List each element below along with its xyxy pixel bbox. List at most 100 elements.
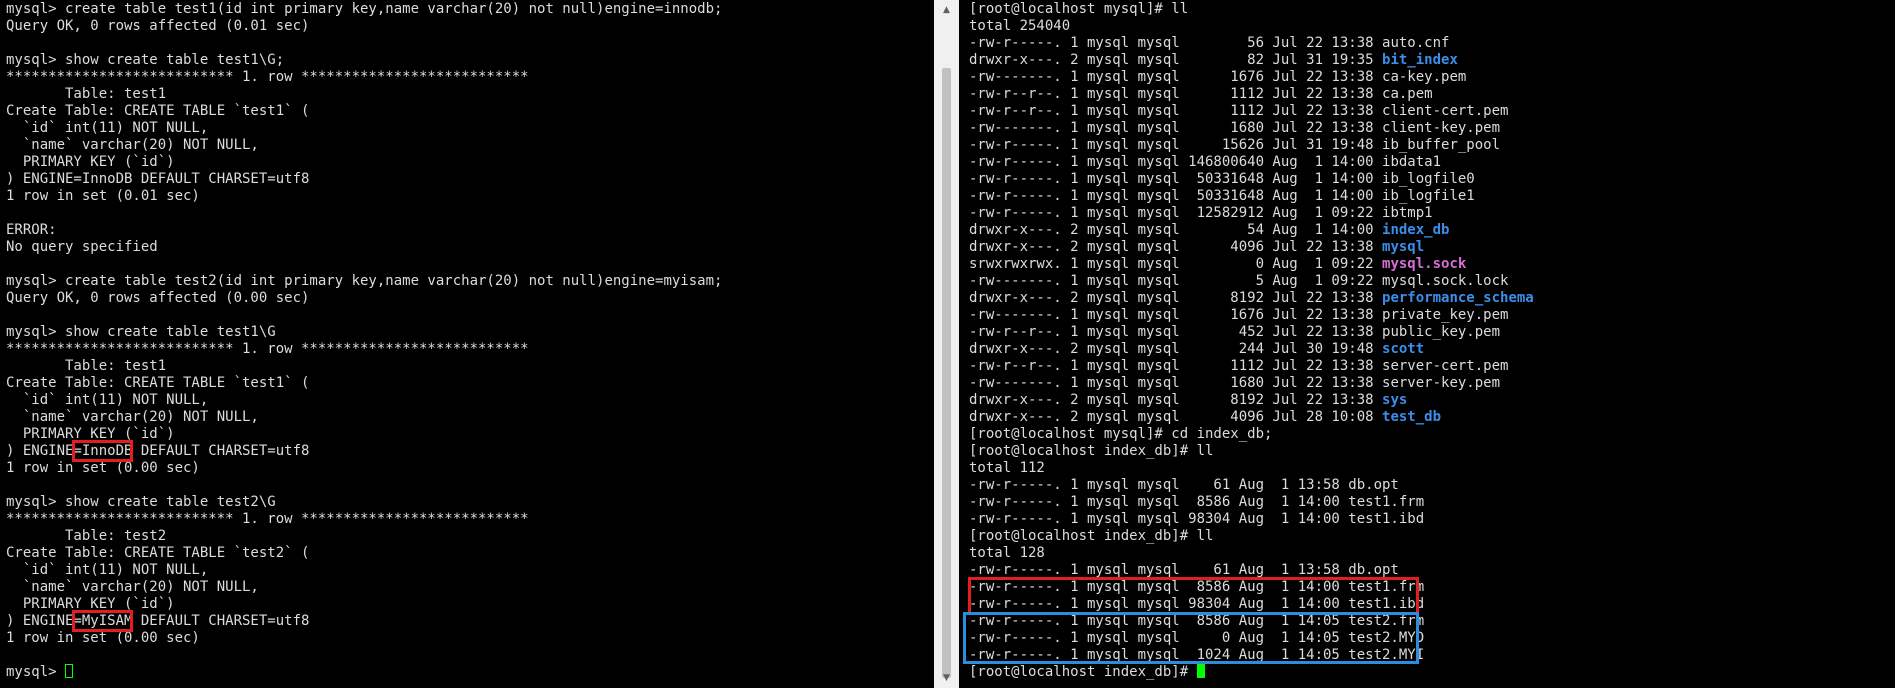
mysql-output-line: PRIMARY KEY (`id`) (6, 154, 175, 170)
mysql-output-line: Query OK, 0 rows affected (0.00 sec) (6, 290, 310, 306)
mysql-output-line (6, 647, 722, 664)
file-name: ca-key.pem (1382, 69, 1467, 85)
listing-row-meta: drwxr-x---. 2 mysql mysql 54 Aug 1 14:00 (969, 222, 1383, 238)
listing-row-meta: -rw-r-----. 1 mysql mysql 146800640 Aug … (969, 154, 1383, 170)
listing-row: drwxr-x---. 2 mysql mysql 54 Aug 1 14:00… (969, 222, 1534, 239)
mysql-output-line: mysql> show create table test2\G (6, 494, 276, 510)
listing-row: -rw-r-----. 1 mysql mysql 50331648 Aug 1… (969, 171, 1534, 188)
shell-output-line: total 112 (969, 460, 1045, 476)
listing-row-meta: -rw-r--r--. 1 mysql mysql 1112 Jul 22 13… (969, 358, 1383, 374)
listing-row-meta: -rw-r-----. 1 mysql mysql 15626 Jul 31 1… (969, 137, 1383, 153)
listing-row-meta: drwxr-x---. 2 mysql mysql 4096 Jul 22 13… (969, 239, 1383, 255)
triangle-up-icon[interactable]: ▲ (934, 0, 959, 20)
shell-output-line: -rw-r-----. 1 mysql mysql 8586 Aug 1 14:… (969, 613, 1425, 629)
file-name: private_key.pem (1382, 307, 1509, 323)
listing-row: -rw-r-----. 1 mysql mysql 56 Jul 22 13:3… (969, 35, 1534, 52)
directory-name: scott (1382, 341, 1425, 357)
listing-row-meta: drwxr-x---. 2 mysql mysql 82 Jul 31 19:3… (969, 52, 1383, 68)
mysql-output-line: 1 row in set (0.00 sec) (6, 460, 200, 476)
directory-name: test_db (1382, 409, 1442, 425)
listing-row-meta: -rw-------. 1 mysql mysql 5 Aug 1 09:22 (969, 273, 1383, 289)
mysql-terminal[interactable]: mysql> create table test1(id int primary… (0, 0, 934, 688)
mysql-output-line: 1 row in set (0.01 sec) (6, 188, 200, 204)
mysql-output-line: Table: test1 (6, 86, 167, 102)
directory-name: mysql (1382, 239, 1425, 255)
listing-row: drwxr-x---. 2 mysql mysql 82 Jul 31 19:3… (969, 52, 1534, 69)
listing-row-meta: -rw-r-----. 1 mysql mysql 12582912 Aug 1… (969, 205, 1383, 221)
directory-name: sys (1382, 392, 1408, 408)
listing-row: -rw-r-----. 1 mysql mysql 146800640 Aug … (969, 154, 1534, 171)
mysql-output-line: 1 row in set (0.00 sec) (6, 630, 200, 646)
socket-name: mysql.sock (1382, 256, 1467, 272)
listing-row: drwxr-x---. 2 mysql mysql 8192 Jul 22 13… (969, 392, 1534, 409)
triangle-down-icon[interactable]: ▼ (934, 668, 959, 688)
file-name: ibdata1 (1382, 154, 1442, 170)
file-name: public_key.pem (1382, 324, 1501, 340)
file-name: ib_logfile1 (1382, 188, 1475, 204)
shell-output-line: total 128 (969, 545, 1045, 561)
listing-row-meta: -rw-------. 1 mysql mysql 1680 Jul 22 13… (969, 120, 1383, 136)
scrollbar-thumb[interactable] (942, 68, 951, 678)
screenshot: mysql> create table test1(id int primary… (0, 0, 1895, 688)
listing-row: drwxr-x---. 2 mysql mysql 4096 Jul 28 10… (969, 409, 1534, 426)
shell-terminal[interactable]: [root@localhost mysql]# ll total 254040 -r… (959, 0, 1895, 688)
mysql-output-line: Table: test1 (6, 358, 167, 374)
mysql-output-line: `name` varchar(20) NOT NULL, (6, 579, 259, 595)
shell-command-line: [root@localhost mysql]# ll (969, 1, 1189, 17)
listing-row-meta: drwxr-x---. 2 mysql mysql 8192 Jul 22 13… (969, 290, 1383, 306)
listing-row-meta: srwxrwxrwx. 1 mysql mysql 0 Aug 1 09:22 (969, 256, 1383, 272)
listing-row: -rw-r-----. 1 mysql mysql 15626 Jul 31 1… (969, 137, 1534, 154)
mysql-output-line: `name` varchar(20) NOT NULL, (6, 409, 259, 425)
mysql-output-line: ) ENGINE=InnoDB DEFAULT CHARSET=utf8 (6, 171, 310, 187)
cursor-icon[interactable] (65, 664, 74, 678)
shell-output-line: -rw-r-----. 1 mysql mysql 0 Aug 1 14:05 … (969, 630, 1425, 646)
listing-row-meta: -rw-------. 1 mysql mysql 1680 Jul 22 13… (969, 375, 1383, 391)
mysql-output-line: `id` int(11) NOT NULL, (6, 562, 209, 578)
listing-row: -rw-r-----. 1 mysql mysql 50331648 Aug 1… (969, 188, 1534, 205)
listing-row: drwxr-x---. 2 mysql mysql 8192 Jul 22 13… (969, 290, 1534, 307)
shell-output-line: -rw-r-----. 1 mysql mysql 8586 Aug 1 14:… (969, 579, 1425, 595)
mysql-output-line (6, 256, 722, 273)
file-name: ib_logfile0 (1382, 171, 1475, 187)
listing-row-meta: -rw-------. 1 mysql mysql 1676 Jul 22 13… (969, 69, 1383, 85)
listing-row: drwxr-x---. 2 mysql mysql 244 Jul 30 19:… (969, 341, 1534, 358)
file-name: client-cert.pem (1382, 103, 1509, 119)
vertical-scrollbar[interactable]: ▲ ▼ (934, 0, 959, 688)
mysql-output-line (6, 35, 722, 52)
listing-row: -rw-r--r--. 1 mysql mysql 452 Jul 22 13:… (969, 324, 1534, 341)
listing-row-meta: -rw-r--r--. 1 mysql mysql 1112 Jul 22 13… (969, 103, 1383, 119)
shell-terminal-output: [root@localhost mysql]# ll total 254040 -r… (969, 1, 1534, 681)
mysql-output-line (6, 205, 722, 222)
listing-row: drwxr-x---. 2 mysql mysql 4096 Jul 22 13… (969, 239, 1534, 256)
mysql-output-line: `id` int(11) NOT NULL, (6, 120, 209, 136)
listing-row-meta: -rw-r--r--. 1 mysql mysql 1112 Jul 22 13… (969, 86, 1383, 102)
mysql-output-line: mysql> create table test1(id int primary… (6, 1, 723, 17)
listing-row-meta: drwxr-x---. 2 mysql mysql 4096 Jul 28 10… (969, 409, 1383, 425)
cursor-icon[interactable] (1196, 664, 1205, 678)
listing-row: -rw-------. 1 mysql mysql 1680 Jul 22 13… (969, 375, 1534, 392)
listing-row-meta: -rw-r-----. 1 mysql mysql 56 Jul 22 13:3… (969, 35, 1383, 51)
mysql-output-line: ) ENGINE=InnoDB DEFAULT CHARSET=utf8 (6, 443, 310, 459)
shell-output-line: -rw-r-----. 1 mysql mysql 98304 Aug 1 14… (969, 511, 1425, 527)
shell-output-line: -rw-r-----. 1 mysql mysql 98304 Aug 1 14… (969, 596, 1425, 612)
directory-name: index_db (1382, 222, 1450, 238)
mysql-prompt-line: mysql> (6, 664, 722, 681)
shell-output-line: [root@localhost index_db]# ll (969, 528, 1214, 544)
listing-row: -rw-------. 1 mysql mysql 5 Aug 1 09:22 … (969, 273, 1534, 290)
mysql-output-line (6, 307, 722, 324)
mysql-output-line: *************************** 1. row *****… (6, 69, 529, 85)
file-name: ca.pem (1382, 86, 1433, 102)
mysql-output-line: Create Table: CREATE TABLE `test1` ( (6, 375, 310, 391)
mysql-output-line: ERROR: (6, 222, 57, 238)
shell-prompt-line: [root@localhost index_db]# (969, 664, 1534, 681)
listing-row: srwxrwxrwx. 1 mysql mysql 0 Aug 1 09:22 … (969, 256, 1534, 273)
listing-row: -rw-r-----. 1 mysql mysql 12582912 Aug 1… (969, 205, 1534, 222)
listing-row: -rw-r--r--. 1 mysql mysql 1112 Jul 22 13… (969, 358, 1534, 375)
file-name: ib_buffer_pool (1382, 137, 1501, 153)
file-name: ibtmp1 (1382, 205, 1433, 221)
file-name: mysql.sock.lock (1382, 273, 1509, 289)
mysql-output-line: Table: test2 (6, 528, 167, 544)
mysql-output-line: PRIMARY KEY (`id`) (6, 426, 175, 442)
listing-row-meta: -rw-r-----. 1 mysql mysql 50331648 Aug 1… (969, 171, 1383, 187)
directory-name: performance_schema (1382, 290, 1534, 306)
